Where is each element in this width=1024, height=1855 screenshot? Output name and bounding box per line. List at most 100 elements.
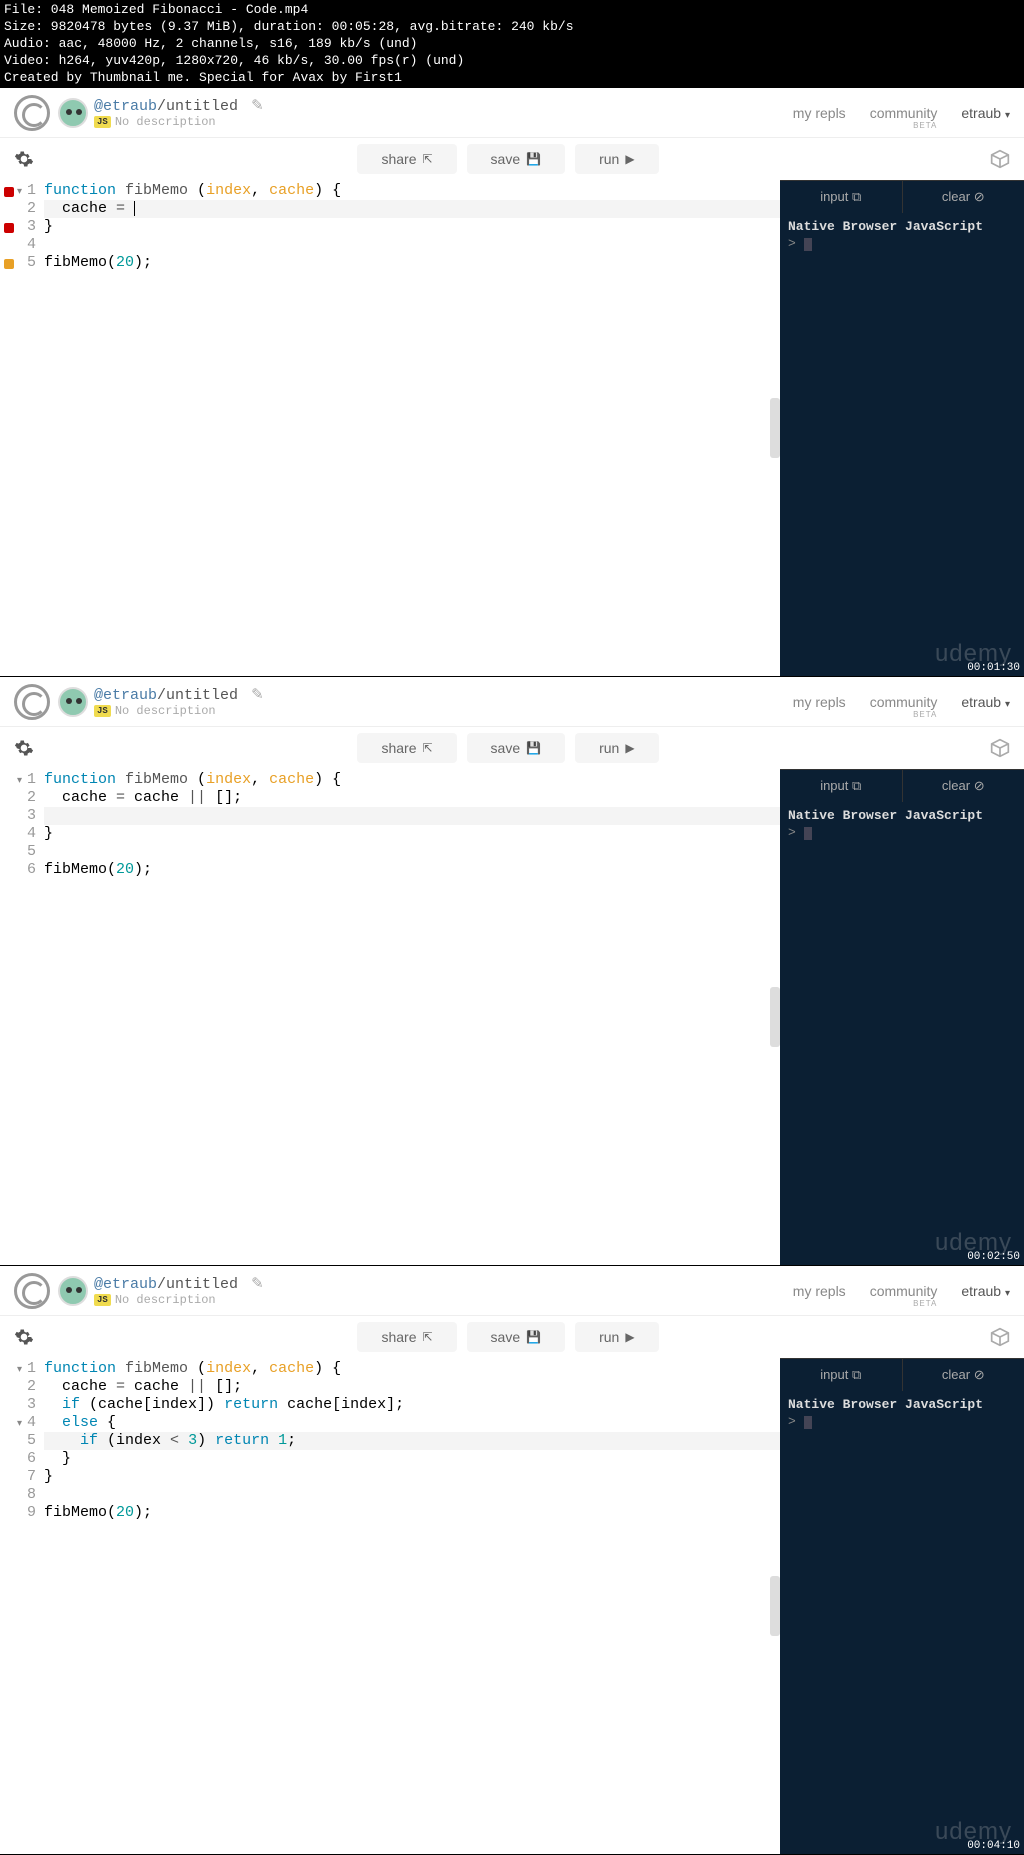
avatar[interactable] <box>58 1276 88 1306</box>
project-name[interactable]: untitled <box>166 98 238 115</box>
language-badge: JS <box>94 705 111 717</box>
nav-community[interactable]: communityBETA <box>870 1283 938 1299</box>
nav-community[interactable]: communityBETA <box>870 694 938 710</box>
run-button[interactable]: run▶ <box>575 1322 658 1352</box>
username-link[interactable]: @etraub <box>94 98 157 115</box>
console-title: Native Browser JavaScript <box>788 219 1016 234</box>
console-input-tab[interactable]: input ⧉ <box>780 769 903 802</box>
share-button[interactable]: share⇱ <box>357 733 456 763</box>
console-prompt[interactable]: > <box>788 1414 1016 1429</box>
avatar[interactable] <box>58 98 88 128</box>
line-gutter: ▾1 2 3 4 5 6 <box>0 769 44 1265</box>
edit-icon[interactable]: ✎ <box>251 1276 264 1293</box>
save-icon: 💾 <box>526 152 541 166</box>
logo-area <box>14 1273 88 1309</box>
code-editor[interactable]: ▾1 2 3 4 5 function fibMemo (index, cach… <box>0 180 780 676</box>
no-description-text: No description <box>115 704 216 718</box>
console-panel: input ⧉ clear ⊘ Native Browser JavaScrip… <box>780 769 1024 1265</box>
top-bar: @etraub/untitled ✎ JS No description my … <box>0 677 1024 727</box>
no-description-text: No description <box>115 1293 216 1307</box>
share-button[interactable]: share⇱ <box>357 144 456 174</box>
nav-my-repls[interactable]: my repls <box>793 1283 846 1299</box>
console-prompt[interactable]: > <box>788 825 1016 840</box>
thumbnail-frame-3: @etraub/untitled ✎ JS No description my … <box>0 1266 1024 1855</box>
run-button[interactable]: run▶ <box>575 144 658 174</box>
nav-my-repls[interactable]: my repls <box>793 105 846 121</box>
nav-community[interactable]: community BETA <box>870 105 938 121</box>
scrollbar[interactable] <box>770 987 780 1047</box>
timestamp: 00:02:50 <box>967 1251 1020 1263</box>
meta-credit: Created by Thumbnail me. Special for Ava… <box>4 70 1020 87</box>
logo-area <box>14 95 88 131</box>
package-icon[interactable] <box>990 738 1010 758</box>
editor-toolbar: share⇱ save💾 run▶ <box>0 138 1024 180</box>
console-input-tab[interactable]: input ⧉ <box>780 1358 903 1391</box>
language-badge: JS <box>94 1294 111 1306</box>
console-input-tab[interactable]: input ⧉ <box>780 180 903 213</box>
thumbnail-frame-1: @etraub/untitled ✎ JS No description my … <box>0 88 1024 677</box>
avatar[interactable] <box>58 687 88 717</box>
thumbnail-frame-2: @etraub/untitled ✎ JS No description my … <box>0 677 1024 1266</box>
username-link[interactable]: @etraub <box>94 687 157 704</box>
meta-audio: Audio: aac, 48000 Hz, 2 channels, s16, 1… <box>4 36 1020 53</box>
meta-file: File: 048 Memoized Fibonacci - Code.mp4 <box>4 2 1020 19</box>
share-icon: ⇱ <box>422 152 432 166</box>
scrollbar[interactable] <box>770 398 780 458</box>
code-content[interactable]: function fibMemo (index, cache) { cache … <box>44 180 780 676</box>
caret-down-icon: ▾ <box>1005 110 1010 121</box>
edit-icon[interactable]: ✎ <box>251 687 264 704</box>
console-title: Native Browser JavaScript <box>788 1397 1016 1412</box>
console-clear-button[interactable]: clear ⊘ <box>903 180 1024 213</box>
line-gutter: ▾1 2 3 4 5 <box>0 180 44 676</box>
project-title-block: @etraub/untitled ✎ JS No description <box>94 96 264 129</box>
console-clear-button[interactable]: clear ⊘ <box>903 769 1024 802</box>
language-badge: JS <box>94 116 111 128</box>
project-name[interactable]: untitled <box>166 1276 238 1293</box>
top-nav: my repls community BETA etraub ▾ <box>793 105 1010 121</box>
top-bar: @etraub/untitled ✎ JS No description my … <box>0 1266 1024 1316</box>
play-icon: ▶ <box>625 1330 634 1344</box>
scrollbar[interactable] <box>770 1576 780 1636</box>
error-marker-icon <box>4 223 14 233</box>
error-marker-icon <box>4 187 14 197</box>
user-dropdown[interactable]: etraub ▾ <box>961 694 1010 710</box>
save-button[interactable]: save💾 <box>467 1322 566 1352</box>
timestamp: 00:04:10 <box>967 1840 1020 1852</box>
user-dropdown[interactable]: etraub ▾ <box>961 1283 1010 1299</box>
line-gutter: ▾1 2 3 ▾4 5 6 7 8 9 <box>0 1358 44 1854</box>
console-panel: input ⧉ clear ⊘ Native Browser JavaScrip… <box>780 1358 1024 1854</box>
replit-logo-icon[interactable] <box>14 95 50 131</box>
save-icon: 💾 <box>526 1330 541 1344</box>
code-editor[interactable]: ▾1 2 3 ▾4 5 6 7 8 9 function fibMemo (in… <box>0 1358 780 1854</box>
console-panel: input ⧉ clear ⊘ Native Browser JavaScrip… <box>780 180 1024 676</box>
run-button[interactable]: run▶ <box>575 733 658 763</box>
beta-badge: BETA <box>913 121 937 130</box>
code-editor[interactable]: ▾1 2 3 4 5 6 function fibMemo (index, ca… <box>0 769 780 1265</box>
package-icon[interactable] <box>990 149 1010 169</box>
code-content[interactable]: function fibMemo (index, cache) { cache … <box>44 769 780 1265</box>
username-link[interactable]: @etraub <box>94 1276 157 1293</box>
edit-icon[interactable]: ✎ <box>251 98 264 115</box>
project-name[interactable]: untitled <box>166 687 238 704</box>
save-icon: 💾 <box>526 741 541 755</box>
path-sep: / <box>157 98 166 115</box>
console-clear-button[interactable]: clear ⊘ <box>903 1358 1024 1391</box>
save-button[interactable]: save💾 <box>467 144 566 174</box>
settings-icon[interactable] <box>14 1327 34 1347</box>
save-button[interactable]: save💾 <box>467 733 566 763</box>
code-content[interactable]: function fibMemo (index, cache) { cache … <box>44 1358 780 1854</box>
package-icon[interactable] <box>990 1327 1010 1347</box>
replit-logo-icon[interactable] <box>14 684 50 720</box>
share-icon: ⇱ <box>422 1330 432 1344</box>
settings-icon[interactable] <box>14 149 34 169</box>
settings-icon[interactable] <box>14 738 34 758</box>
nav-my-repls[interactable]: my repls <box>793 694 846 710</box>
warning-marker-icon <box>4 259 14 269</box>
caret-down-icon: ▾ <box>1005 699 1010 710</box>
user-dropdown[interactable]: etraub ▾ <box>961 105 1010 121</box>
console-prompt[interactable]: > <box>788 236 1016 251</box>
share-icon: ⇱ <box>422 741 432 755</box>
share-button[interactable]: share⇱ <box>357 1322 456 1352</box>
video-metadata-header: File: 048 Memoized Fibonacci - Code.mp4 … <box>0 0 1024 88</box>
replit-logo-icon[interactable] <box>14 1273 50 1309</box>
